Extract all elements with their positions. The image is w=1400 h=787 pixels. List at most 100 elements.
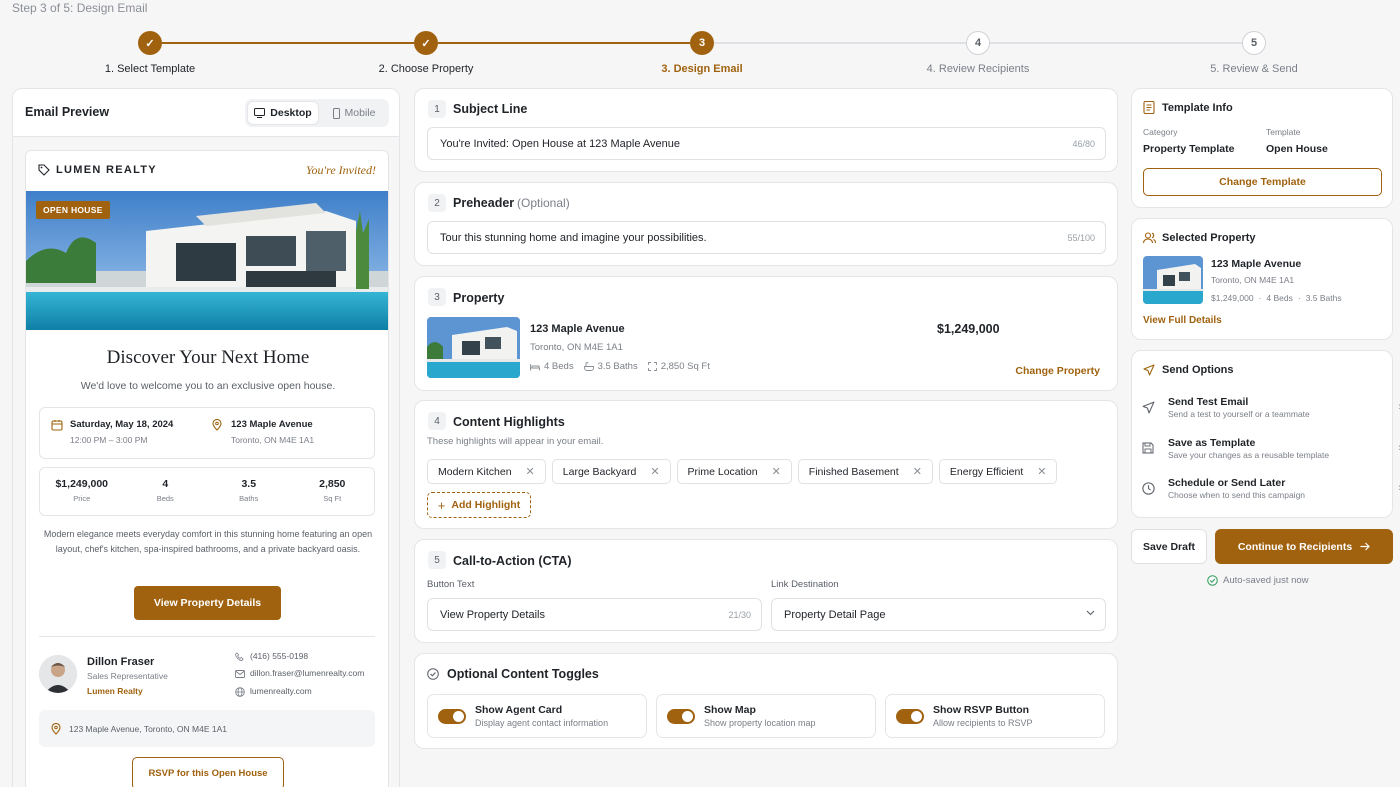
close-icon[interactable]: ✕ bbox=[772, 465, 781, 478]
bed-icon bbox=[530, 363, 540, 371]
phone-icon bbox=[235, 652, 244, 661]
step-indicator: Step 3 of 5: Design Email bbox=[12, 1, 148, 15]
step-2-label[interactable]: 2. Choose Property bbox=[379, 63, 474, 75]
highlight-chips: Modern Kitchen ✕ Large Backyard ✕ Prime Lo… bbox=[427, 459, 1063, 484]
step-4-circle[interactable]: 4 bbox=[966, 31, 990, 55]
arrow-right-icon bbox=[1360, 542, 1371, 551]
agent-website[interactable]: lumenrealty.com bbox=[250, 686, 312, 696]
brand-name: LUMEN REALTY bbox=[56, 164, 157, 176]
toggle-switch[interactable] bbox=[896, 708, 924, 724]
step-1-circle[interactable]: ✓ bbox=[138, 31, 162, 55]
property-city: Toronto, ON M4E 1A1 bbox=[530, 342, 623, 353]
step-2-circle[interactable]: ✓ bbox=[414, 31, 438, 55]
tag-icon bbox=[38, 164, 50, 176]
highlights-hint: These highlights will appear in your ema… bbox=[427, 436, 604, 447]
property-thumbnail bbox=[427, 317, 520, 378]
highlight-chip[interactable]: Prime Location ✕ bbox=[676, 459, 792, 484]
check-circle-icon bbox=[427, 668, 439, 680]
preheader-input[interactable]: Tour this stunning home and imagine your… bbox=[427, 221, 1106, 254]
step-5-label[interactable]: 5. Review & Send bbox=[1210, 63, 1297, 75]
toggle-switch[interactable] bbox=[438, 708, 466, 724]
property-price: $1,249,000 bbox=[937, 322, 1000, 336]
send-test-email-option[interactable]: Send Test Email Send a test to yourself o… bbox=[1142, 390, 1400, 424]
stat-beds: 4 Beds bbox=[124, 468, 208, 515]
check-icon: ✓ bbox=[421, 37, 431, 50]
template-info-title: Template Info bbox=[1162, 102, 1233, 114]
event-details-box: Saturday, May 18, 2024 12:00 PM – 3:00 P… bbox=[39, 407, 375, 459]
highlight-chip[interactable]: Modern Kitchen ✕ bbox=[427, 459, 546, 484]
toggle-rsvp[interactable]: Show RSVP Button Allow recipients to RSVP bbox=[885, 694, 1105, 738]
toggle-map[interactable]: Show Map Show property location map bbox=[656, 694, 876, 738]
view-details-button[interactable]: View Property Details bbox=[134, 586, 281, 620]
link-destination-label: Link Destination bbox=[771, 579, 839, 590]
schedule-option[interactable]: Schedule or Send Later Choose when to sen… bbox=[1142, 471, 1400, 505]
toggle-title: Show RSVP Button bbox=[933, 704, 1030, 716]
change-template-button[interactable]: Change Template bbox=[1143, 168, 1382, 196]
stat-label: Baths bbox=[239, 494, 259, 503]
property-description: Modern elegance meets everyday comfort i… bbox=[43, 529, 373, 554]
toggle-switch[interactable] bbox=[667, 708, 695, 724]
property-specs: 4 Beds 3.5 Baths 2,850 Sq Ft bbox=[530, 361, 710, 372]
subject-counter: 46/80 bbox=[1072, 138, 1095, 149]
subject-input[interactable]: You're Invited: Open House at 123 Maple … bbox=[427, 127, 1106, 160]
agent-email[interactable]: dillon.fraser@lumenrealty.com bbox=[250, 668, 364, 678]
stat-label: Beds bbox=[156, 494, 174, 503]
toggle-title: Show Agent Card bbox=[475, 704, 563, 716]
view-full-details-link[interactable]: View Full Details bbox=[1143, 315, 1222, 326]
separator-dot: · bbox=[1297, 293, 1301, 303]
button-text-input[interactable]: View Property Details 21/30 bbox=[427, 598, 762, 631]
rsvp-button[interactable]: RSVP for this Open House bbox=[132, 757, 284, 787]
change-property-link[interactable]: Change Property bbox=[1015, 365, 1100, 377]
save-as-template-option[interactable]: Save as Template Save your changes as a r… bbox=[1142, 431, 1400, 465]
close-icon[interactable]: ✕ bbox=[913, 465, 922, 478]
property-title: Property bbox=[453, 291, 505, 305]
selected-property-baths: 3.5 Baths bbox=[1305, 293, 1342, 303]
step-connector bbox=[990, 42, 1242, 44]
category-value: Property Template bbox=[1143, 143, 1235, 155]
toggle-agent-card[interactable]: Show Agent Card Display agent contact inf… bbox=[427, 694, 647, 738]
cta-section: 5 Call-to-Action (CTA) Button Text View … bbox=[414, 539, 1118, 643]
desktop-tab[interactable]: Desktop bbox=[247, 101, 319, 125]
continue-button[interactable]: Continue to Recipients bbox=[1215, 529, 1393, 564]
subject-value: You're Invited: Open House at 123 Maple … bbox=[440, 137, 680, 150]
highlight-chip[interactable]: Large Backyard ✕ bbox=[551, 459, 671, 484]
close-icon[interactable]: ✕ bbox=[1037, 465, 1046, 478]
agent-role: Sales Representative bbox=[87, 671, 168, 681]
agent-avatar bbox=[39, 655, 77, 693]
highlight-chip[interactable]: Energy Efficient ✕ bbox=[938, 459, 1058, 484]
option-title: Send Test Email bbox=[1168, 395, 1249, 408]
close-icon[interactable]: ✕ bbox=[650, 465, 659, 478]
add-highlight-button[interactable]: + Add Highlight bbox=[427, 492, 531, 518]
send-options-title: Send Options bbox=[1162, 364, 1234, 376]
stat-label: Price bbox=[73, 494, 91, 503]
email-subhead: We'd love to welcome you to an exclusive… bbox=[80, 380, 336, 392]
stat-price: $1,249,000 Price bbox=[40, 468, 124, 515]
step-1-label[interactable]: 1. Select Template bbox=[105, 63, 195, 75]
link-destination-select[interactable]: Property Detail Page bbox=[771, 598, 1106, 631]
toggles-title: Optional Content Toggles bbox=[447, 667, 599, 681]
save-draft-button[interactable]: Save Draft bbox=[1131, 529, 1207, 564]
event-city: Toronto, ON M4E 1A1 bbox=[231, 435, 315, 445]
selected-property-beds: 4 Beds bbox=[1266, 293, 1293, 303]
highlights-title: Content Highlights bbox=[453, 415, 565, 429]
area-icon bbox=[647, 362, 657, 371]
mobile-tab[interactable]: Mobile bbox=[321, 101, 387, 125]
step-5-circle[interactable]: 5 bbox=[1242, 31, 1266, 55]
monitor-icon bbox=[254, 108, 266, 118]
users-icon bbox=[1143, 232, 1156, 244]
property-stats-box: $1,249,000 Price 4 Beds 3.5 Baths 2,850 Sq F… bbox=[39, 467, 375, 516]
mobile-label: Mobile bbox=[344, 107, 376, 119]
highlight-chip[interactable]: Finished Basement ✕ bbox=[797, 459, 933, 484]
agent-phone[interactable]: (416) 555-0198 bbox=[250, 651, 308, 661]
step-3-label[interactable]: 3. Design Email bbox=[661, 63, 742, 75]
chip-label: Energy Efficient bbox=[949, 465, 1024, 478]
step-3-circle[interactable]: 3 bbox=[690, 31, 714, 55]
continue-label: Continue to Recipients bbox=[1237, 540, 1353, 553]
button-text-value: View Property Details bbox=[440, 608, 545, 621]
map-address: 123 Maple Avenue, Toronto, ON M4E 1A1 bbox=[69, 723, 227, 734]
step-4-label[interactable]: 4. Review Recipients bbox=[927, 63, 1030, 75]
open-house-badge: OPEN HOUSE bbox=[36, 201, 110, 219]
section-number: 5 bbox=[428, 551, 446, 569]
close-icon[interactable]: ✕ bbox=[526, 465, 535, 478]
map-pin-icon bbox=[212, 419, 222, 431]
